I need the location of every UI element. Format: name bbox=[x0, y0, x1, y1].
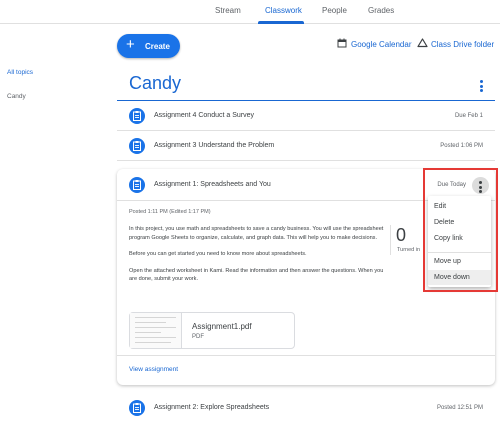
active-tab-indicator bbox=[258, 21, 304, 24]
create-button-label: Create bbox=[145, 42, 170, 51]
assignment-posted: Posted 1:06 PM bbox=[440, 143, 483, 149]
sidebar-item-candy[interactable]: Candy bbox=[7, 93, 26, 100]
tab-stream[interactable]: Stream bbox=[215, 6, 241, 15]
attachment-card[interactable]: Assignment1.pdf PDF bbox=[129, 312, 295, 349]
turned-in-label: Turned in bbox=[397, 247, 421, 253]
assignment-posted: Posted 12:51 PM bbox=[436, 405, 483, 411]
plus-icon: + bbox=[126, 36, 135, 53]
assignment-row[interactable]: Assignment 3 Understand the Problem Post… bbox=[117, 132, 495, 161]
assignment-icon bbox=[129, 400, 145, 416]
topic-divider bbox=[117, 100, 495, 101]
class-drive-folder-link[interactable]: Class Drive folder bbox=[417, 38, 495, 49]
highlight-box bbox=[423, 168, 498, 292]
assignment-description: In this project, you use math and spread… bbox=[129, 225, 391, 292]
class-drive-folder-label: Class Drive folder bbox=[431, 40, 495, 49]
stats-divider bbox=[390, 225, 391, 255]
attachment-name: Assignment1.pdf bbox=[192, 322, 252, 331]
assignment-due: Due Feb 1 bbox=[454, 113, 483, 119]
create-button[interactable]: + Create bbox=[117, 34, 180, 58]
assignment-icon bbox=[129, 108, 145, 124]
description-paragraph: In this project, you use math and spread… bbox=[129, 226, 384, 241]
assignment-row[interactable]: Assignment 4 Conduct a Survey Due Feb 1 bbox=[117, 102, 495, 131]
assignment-row[interactable]: Assignment 2: Explore Spreadsheets Poste… bbox=[117, 394, 495, 423]
assignment-title: Assignment 2: Explore Spreadsheets bbox=[154, 404, 270, 411]
drive-icon bbox=[417, 38, 428, 48]
tab-people[interactable]: People bbox=[322, 6, 347, 15]
tab-grades[interactable]: Grades bbox=[368, 6, 394, 15]
description-paragraph: Before you can get started you need to k… bbox=[129, 251, 307, 258]
topic-more-options-icon[interactable] bbox=[480, 80, 484, 94]
description-paragraph: Open the attached worksheet in Kami. Rea… bbox=[129, 267, 384, 283]
google-calendar-link[interactable]: Google Calendar bbox=[337, 38, 412, 49]
assignment-title: Assignment 1: Spreadsheets and You bbox=[154, 181, 271, 188]
google-calendar-label: Google Calendar bbox=[351, 40, 412, 49]
assignment-icon bbox=[129, 177, 145, 193]
turned-in-count[interactable]: 0 bbox=[396, 225, 406, 246]
attachment-type: PDF bbox=[192, 334, 204, 340]
card-footer-divider bbox=[117, 355, 495, 356]
assignment-title: Assignment 3 Understand the Problem bbox=[154, 142, 275, 149]
sidebar-item-all-topics[interactable]: All topics bbox=[7, 69, 33, 76]
assignment-icon bbox=[129, 138, 145, 154]
attachment-thumbnail bbox=[130, 313, 182, 348]
view-assignment-link[interactable]: View assignment bbox=[129, 366, 178, 373]
tab-classwork[interactable]: Classwork bbox=[265, 6, 302, 15]
assignment-title: Assignment 4 Conduct a Survey bbox=[154, 112, 254, 119]
assignment-posted-info: Posted 1:11 PM (Edited 1:17 PM) bbox=[129, 209, 211, 215]
topic-title: Candy bbox=[129, 73, 182, 93]
calendar-icon bbox=[337, 38, 347, 48]
top-nav: Stream Classwork People Grades bbox=[0, 0, 500, 24]
